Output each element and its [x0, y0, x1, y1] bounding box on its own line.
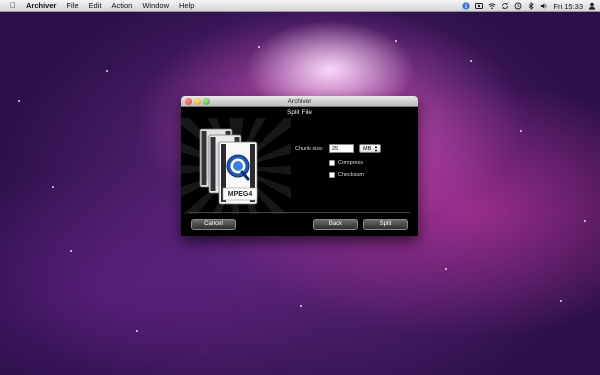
time-machine-icon[interactable] — [514, 2, 522, 10]
menu-action[interactable]: Action — [106, 0, 137, 12]
sheet-subtitle: Split File — [287, 109, 312, 116]
info-icon[interactable] — [462, 2, 470, 10]
window-titlebar[interactable]: Archiver — [181, 96, 418, 107]
mpeg4-file-label: MPEG4 — [227, 191, 253, 198]
menu-edit[interactable]: Edit — [84, 0, 107, 12]
menu-app-name[interactable]: Archiver — [21, 0, 61, 12]
menu-window[interactable]: Window — [137, 0, 174, 12]
cancel-button[interactable]: Cancel — [191, 219, 236, 230]
menu-help[interactable]: Help — [174, 0, 199, 12]
unit-dropdown-value: MB — [363, 146, 372, 152]
compress-label: Compress — [338, 160, 364, 166]
chunk-size-label: Chunk size: — [295, 146, 324, 152]
back-button[interactable]: Back — [313, 219, 358, 230]
zoom-button[interactable] — [203, 98, 210, 105]
user-icon[interactable] — [588, 2, 596, 10]
menu-bar:  Archiver File Edit Action Window Help … — [0, 0, 600, 12]
volume-icon[interactable] — [540, 2, 548, 10]
close-button[interactable] — [185, 98, 192, 105]
window-title: Archiver — [287, 98, 312, 105]
bluetooth-icon[interactable] — [527, 2, 535, 10]
unit-dropdown[interactable]: MB ▲ ▼ — [359, 144, 381, 153]
button-separator — [189, 212, 410, 213]
screen-record-icon[interactable] — [475, 2, 484, 10]
menu-extras: Fri 15:33 — [462, 0, 596, 12]
checksum-label: Checksum — [338, 172, 364, 178]
apple-menu-icon[interactable]:  — [5, 1, 21, 10]
compress-checkbox[interactable] — [329, 160, 335, 166]
split-file-panel: MPEG4 Chunk size: 25 MB ▲ ▼ Compress Chec… — [181, 118, 418, 214]
archiver-window: Archiver Split File MPEG4 Chunk size: 25… — [181, 96, 418, 236]
minimize-button[interactable] — [194, 98, 201, 105]
menu-file[interactable]: File — [61, 0, 83, 12]
checksum-checkbox[interactable] — [329, 172, 335, 178]
dropdown-arrows-icon: ▲ ▼ — [374, 144, 378, 153]
wifi-icon[interactable] — [488, 2, 496, 10]
chunk-size-input[interactable]: 25 — [329, 144, 354, 153]
compress-option[interactable]: Compress — [329, 160, 363, 166]
sync-icon[interactable] — [501, 2, 509, 10]
split-button[interactable]: Split — [363, 219, 408, 230]
menu-clock[interactable]: Fri 15:33 — [553, 2, 583, 11]
checksum-option[interactable]: Checksum — [329, 172, 364, 178]
